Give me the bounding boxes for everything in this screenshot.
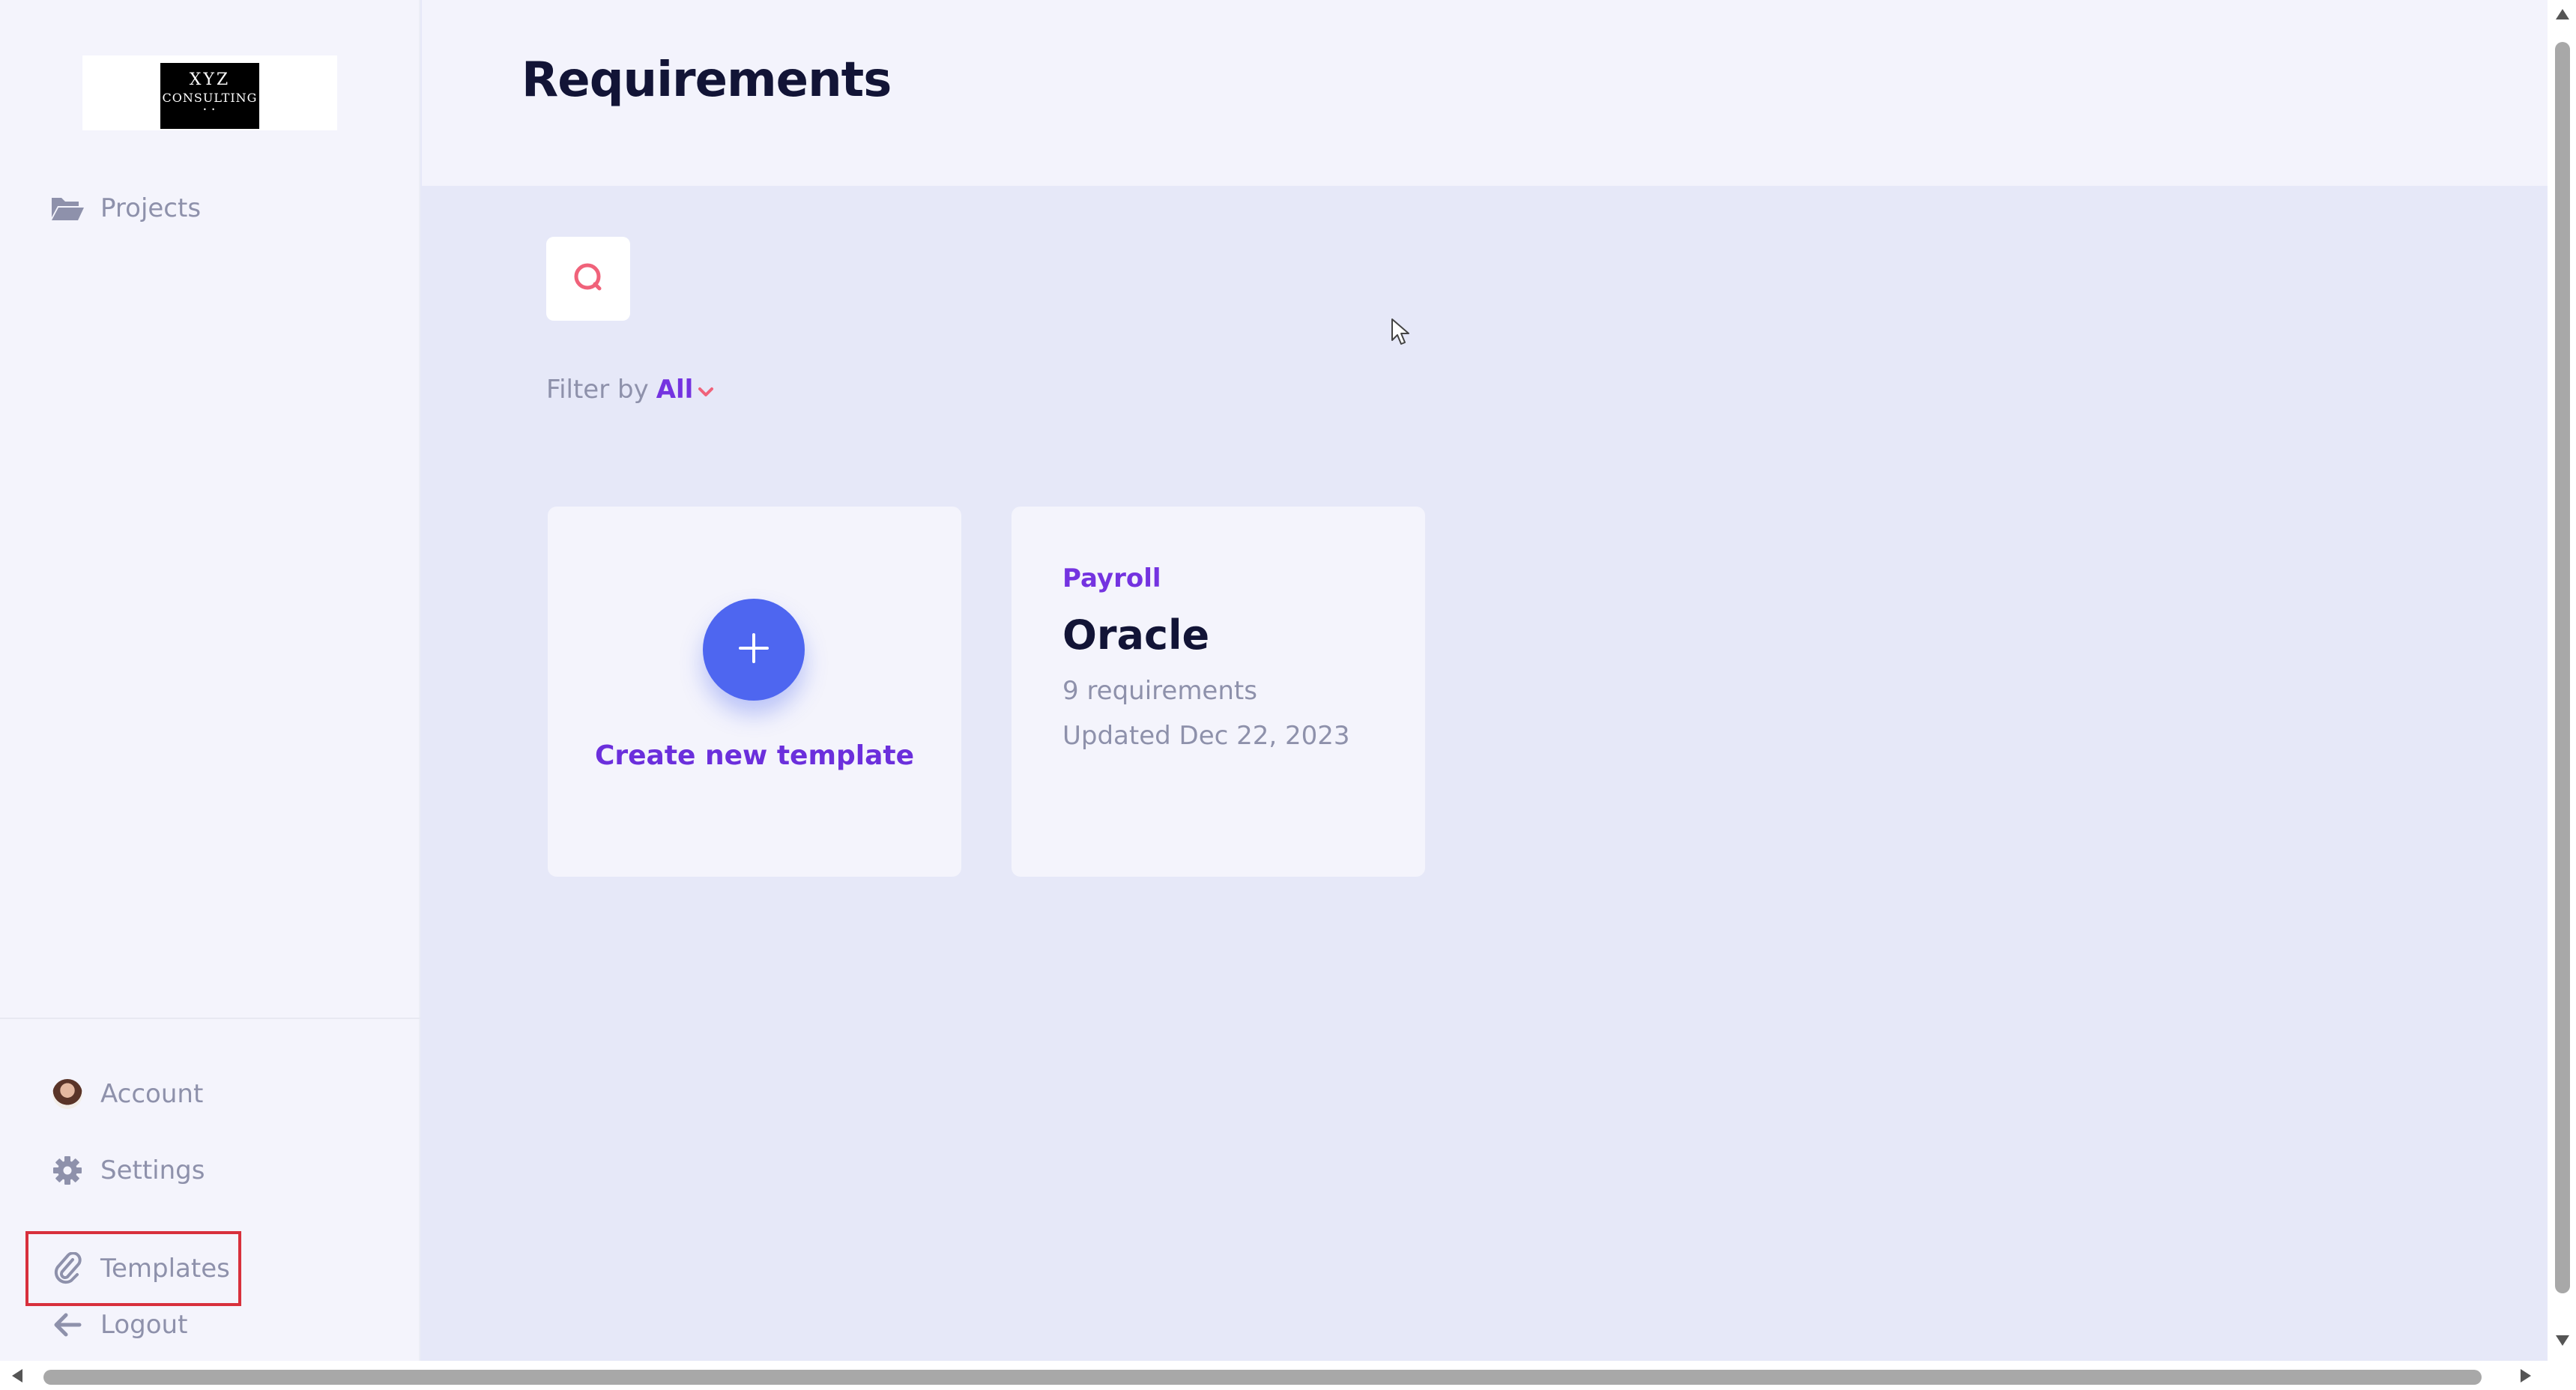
sidebar-item-label: Settings [100,1155,205,1185]
sidebar-item-label: Logout [100,1310,188,1340]
add-template-button[interactable] [703,599,805,701]
scroll-left-arrow-icon[interactable] [10,1368,24,1386]
gear-icon [49,1154,85,1187]
sidebar-item-label: Projects [100,193,202,223]
search-button[interactable] [546,237,630,321]
folder-open-icon [49,192,85,225]
sidebar-item-account[interactable]: Account [49,1078,203,1111]
template-category: Payroll [1062,563,1161,593]
sidebar: XYZ CONSULTING • • Projects Account Sett… [0,0,420,1361]
filter-value[interactable]: All [656,375,694,405]
scroll-up-arrow-icon[interactable] [2555,7,2570,24]
sidebar-item-projects[interactable]: Projects [49,192,201,225]
mouse-cursor-icon [1391,318,1413,351]
template-title: Oracle [1062,611,1210,659]
plus-icon [736,630,772,669]
horizontal-scrollbar[interactable] [0,1361,2576,1390]
sidebar-item-logout[interactable]: Logout [49,1308,187,1341]
horizontal-scroll-thumb[interactable] [43,1370,2482,1385]
filter-dropdown[interactable]: Filter by All [546,375,714,405]
sidebar-item-label: Templates [100,1254,230,1284]
main-content: Filter by All Create new template Payrol… [422,186,2548,1361]
sidebar-item-settings[interactable]: Settings [49,1154,205,1187]
paperclip-icon [49,1252,85,1285]
filter-label: Filter by [546,375,649,405]
create-template-card[interactable]: Create new template [548,507,961,877]
logo-line-3: • • [203,106,217,113]
arrow-left-icon [49,1308,85,1341]
template-requirement-count: 9 requirements [1062,676,1257,706]
logo-container[interactable]: XYZ CONSULTING • • [82,55,337,130]
logo-line-1: XYZ [189,70,231,89]
vertical-scrollbar[interactable] [2548,0,2576,1361]
logo-line-2: CONSULTING [162,91,258,105]
template-updated-date: Updated Dec 22, 2023 [1062,721,1350,751]
page-title: Requirements [521,52,892,108]
scroll-right-arrow-icon[interactable] [2519,1368,2533,1386]
sidebar-item-label: Account [100,1079,204,1109]
search-icon [572,261,605,297]
scroll-down-arrow-icon[interactable] [2555,1334,2570,1350]
sidebar-divider [0,1018,420,1019]
template-card[interactable]: Payroll Oracle 9 requirements Updated De… [1012,507,1425,877]
company-logo: XYZ CONSULTING • • [160,63,259,129]
vertical-scroll-thumb[interactable] [2555,42,2570,1293]
page-header: Requirements [422,0,2548,186]
avatar [49,1078,85,1111]
sidebar-item-templates[interactable]: Templates [25,1231,241,1306]
chevron-down-icon [698,375,714,405]
create-template-label[interactable]: Create new template [548,740,961,771]
